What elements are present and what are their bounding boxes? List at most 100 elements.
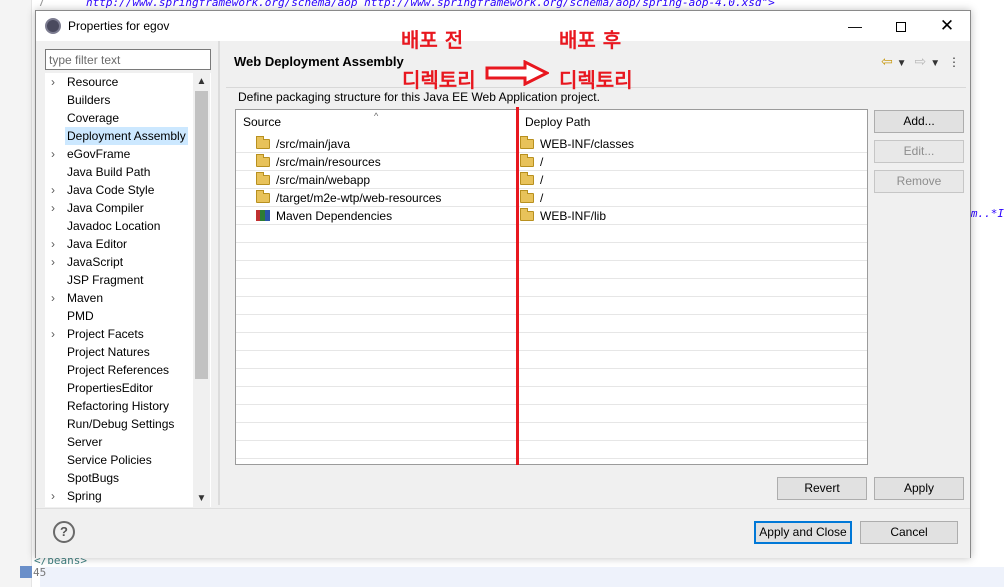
- page-title: Web Deployment Assembly: [234, 54, 404, 69]
- table-row: [236, 315, 867, 333]
- editor-line-number: 7: [38, 0, 45, 9]
- view-menu-icon[interactable]: ⋮: [948, 55, 960, 69]
- tree-scrollbar[interactable]: ▲ ▼: [193, 73, 210, 507]
- editor-current-line-highlight: [40, 567, 1004, 587]
- source-cell: /src/main/webapp: [256, 171, 370, 189]
- table-row[interactable]: /src/main/resources /: [236, 153, 867, 171]
- tree-item[interactable]: › Java Code Style: [45, 181, 211, 199]
- tree-item[interactable]: Builders: [45, 91, 211, 109]
- tree-item[interactable]: Refactoring History: [45, 397, 211, 415]
- forward-dropdown-icon[interactable]: ▼: [930, 58, 940, 69]
- deploy-path-cell: /: [520, 189, 543, 207]
- tree-item[interactable]: Run/Debug Settings: [45, 415, 211, 433]
- tree-item-label: Server: [67, 435, 103, 449]
- tree-item[interactable]: › Spring: [45, 487, 211, 505]
- dialog-title: Properties for egov: [68, 19, 170, 33]
- deploy-path-cell: /: [520, 171, 543, 189]
- tree-item-label: Refactoring History: [67, 399, 170, 413]
- source-cell: /target/m2e-wtp/web-resources: [256, 189, 441, 207]
- deploy-path-cell: /: [520, 153, 543, 171]
- tree-item[interactable]: Project Natures: [45, 343, 211, 361]
- editor-code-text: http://www.springframework.org/schema/ao…: [86, 0, 775, 9]
- maven-library-icon: [256, 210, 270, 221]
- help-icon[interactable]: ?: [53, 521, 75, 543]
- apply-and-close-button[interactable]: Apply and Close: [754, 521, 852, 544]
- chevron-right-icon[interactable]: ›: [51, 289, 61, 307]
- tree-item[interactable]: › Java Editor: [45, 235, 211, 253]
- edit-button[interactable]: Edit...: [874, 140, 964, 163]
- table-row: [236, 279, 867, 297]
- close-icon: ✕: [939, 16, 955, 35]
- column-header-deploy-path[interactable]: Deploy Path: [518, 110, 866, 135]
- table-row[interactable]: /target/m2e-wtp/web-resources /: [236, 189, 867, 207]
- column-header-source[interactable]: Source ^: [236, 110, 517, 135]
- scroll-down-icon[interactable]: ▼: [193, 490, 210, 507]
- chevron-right-icon[interactable]: ›: [51, 235, 61, 253]
- tree-item-label: PMD: [67, 309, 94, 323]
- deployment-assembly-table[interactable]: Source ^ Deploy Path /src/main/java WEB-IN…: [235, 109, 868, 465]
- tree-item[interactable]: PMD: [45, 307, 211, 325]
- tree-item[interactable]: › Maven: [45, 289, 211, 307]
- column-header-source-label: Source: [243, 115, 282, 129]
- cancel-button[interactable]: Cancel: [860, 521, 958, 544]
- close-button[interactable]: ✕: [924, 11, 970, 41]
- tree-item[interactable]: Project References: [45, 361, 211, 379]
- table-row: [236, 297, 867, 315]
- tree-item-label: JSP Fragment: [67, 273, 144, 287]
- deploy-path: /: [540, 191, 544, 205]
- tree-item[interactable]: Service Policies: [45, 451, 211, 469]
- source-path: Maven Dependencies: [276, 209, 393, 223]
- table-row[interactable]: /src/main/webapp /: [236, 171, 867, 189]
- tree-item[interactable]: › Resource: [45, 73, 211, 91]
- folder-icon: [256, 154, 270, 167]
- panel-divider[interactable]: [218, 41, 220, 505]
- editor-marker-icon: [20, 566, 32, 578]
- tree-item[interactable]: › eGovFrame: [45, 145, 211, 163]
- maximize-button[interactable]: [878, 11, 924, 41]
- tree-item[interactable]: › JavaScript: [45, 253, 211, 271]
- scrollbar-thumb[interactable]: [195, 91, 208, 379]
- editor-line-number-label: 45: [33, 566, 47, 579]
- minimize-button[interactable]: —: [832, 11, 878, 41]
- sort-ascending-icon: ^: [374, 111, 379, 121]
- chevron-right-icon[interactable]: ›: [51, 199, 61, 217]
- source-path: /src/main/webapp: [276, 173, 371, 187]
- tree-item-label: Project Natures: [67, 345, 150, 359]
- table-row[interactable]: /src/main/java WEB-INF/classes: [236, 135, 867, 153]
- tree-item[interactable]: JSP Fragment: [45, 271, 211, 289]
- table-row[interactable]: Maven Dependencies WEB-INF/lib: [236, 207, 867, 225]
- chevron-right-icon[interactable]: ›: [51, 253, 61, 271]
- tree-item[interactable]: PropertiesEditor: [45, 379, 211, 397]
- folder-icon: [520, 154, 534, 167]
- chevron-right-icon[interactable]: ›: [51, 181, 61, 199]
- chevron-right-icon[interactable]: ›: [51, 145, 61, 163]
- tree-item[interactable]: Javadoc Location: [45, 217, 211, 235]
- back-arrow-icon[interactable]: ⇦: [881, 53, 893, 69]
- tree-item-label: Run/Debug Settings: [67, 417, 175, 431]
- chevron-right-icon[interactable]: ›: [51, 487, 61, 505]
- tree-item[interactable]: › Java Compiler: [45, 199, 211, 217]
- back-dropdown-icon[interactable]: ▼: [897, 58, 907, 69]
- chevron-right-icon[interactable]: ›: [51, 73, 61, 91]
- forward-arrow-icon[interactable]: ⇨: [914, 53, 926, 69]
- tree-item[interactable]: › Project Facets: [45, 325, 211, 343]
- annotation-divider-line: [516, 107, 519, 465]
- tree-item-label: Deployment Assembly: [65, 127, 188, 145]
- filter-input[interactable]: [45, 49, 211, 70]
- remove-button[interactable]: Remove: [874, 170, 964, 193]
- deploy-path-cell: WEB-INF/classes: [520, 135, 634, 153]
- tree-item[interactable]: Java Build Path: [45, 163, 211, 181]
- dialog-titlebar: Properties for egov — ✕: [36, 11, 970, 41]
- tree-item[interactable]: Coverage: [45, 109, 211, 127]
- apply-button[interactable]: Apply: [874, 477, 964, 500]
- chevron-right-icon[interactable]: ›: [51, 325, 61, 343]
- tree-item[interactable]: Deployment Assembly: [45, 127, 211, 145]
- add-button[interactable]: Add...: [874, 110, 964, 133]
- tree-item[interactable]: SpotBugs: [45, 469, 211, 487]
- table-row: [236, 405, 867, 423]
- table-row: [236, 261, 867, 279]
- tree-item[interactable]: Server: [45, 433, 211, 451]
- tree-item-label: Javadoc Location: [67, 219, 161, 233]
- scroll-up-icon[interactable]: ▲: [193, 73, 210, 90]
- revert-button[interactable]: Revert: [777, 477, 867, 500]
